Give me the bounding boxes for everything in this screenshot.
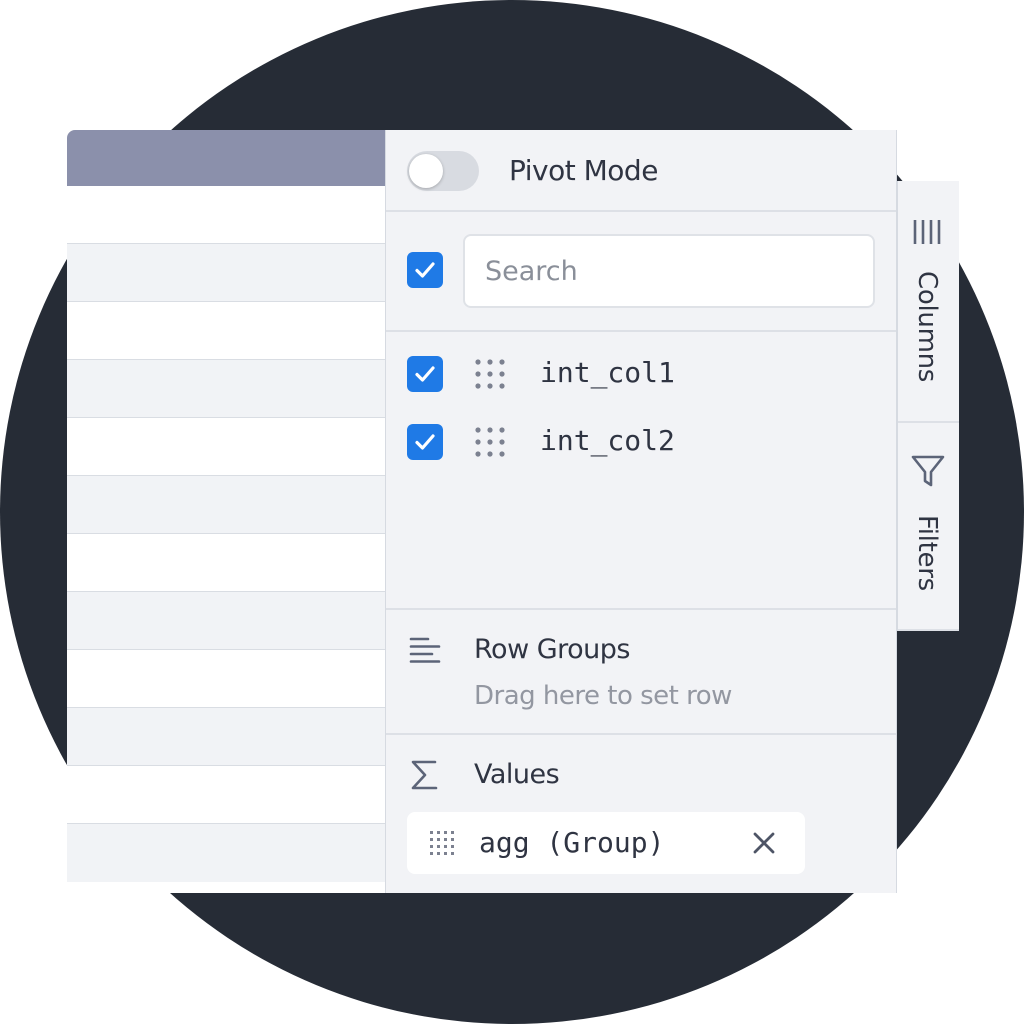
row-groups-hint: Drag here to set row bbox=[474, 681, 732, 711]
drag-handle-icon[interactable] bbox=[429, 830, 457, 858]
table-row[interactable] bbox=[67, 186, 385, 244]
row-groups-title: Row Groups bbox=[474, 634, 631, 665]
table-row[interactable] bbox=[67, 476, 385, 534]
column-checkbox[interactable] bbox=[407, 424, 443, 460]
checkmark-icon bbox=[415, 262, 435, 278]
toggle-knob bbox=[409, 154, 443, 188]
checkmark-icon bbox=[415, 366, 435, 382]
column-label: int_col1 bbox=[540, 356, 675, 389]
divider bbox=[386, 733, 896, 735]
column-checkbox[interactable] bbox=[407, 356, 443, 392]
values-title: Values bbox=[474, 759, 560, 790]
divider bbox=[898, 629, 959, 631]
table-row[interactable] bbox=[67, 360, 385, 418]
pivot-mode-toggle[interactable] bbox=[407, 151, 479, 191]
table-row[interactable] bbox=[67, 244, 385, 302]
value-chip-label: agg (Group) bbox=[479, 826, 665, 859]
pivot-mode-label: Pivot Mode bbox=[509, 154, 658, 187]
table-row[interactable] bbox=[67, 650, 385, 708]
filter-icon bbox=[911, 455, 945, 487]
divider bbox=[386, 608, 896, 610]
table-row[interactable] bbox=[67, 302, 385, 360]
column-item-int-col1[interactable]: int_col1 bbox=[386, 344, 896, 404]
column-label: int_col2 bbox=[540, 424, 675, 457]
table-row[interactable] bbox=[67, 708, 385, 766]
select-all-checkbox[interactable] bbox=[407, 252, 443, 288]
data-grid bbox=[67, 130, 385, 893]
value-chip[interactable]: agg (Group) bbox=[407, 812, 805, 874]
columns-icon bbox=[913, 220, 941, 244]
sigma-icon bbox=[411, 760, 438, 790]
table-row[interactable] bbox=[67, 534, 385, 592]
column-search-row bbox=[386, 212, 896, 332]
columns-tool-panel: Pivot Mode int_col1 bbox=[385, 130, 897, 893]
table-row[interactable] bbox=[67, 418, 385, 476]
tab-filters-label: Filters bbox=[912, 515, 942, 591]
table-row[interactable] bbox=[67, 824, 385, 882]
search-input[interactable] bbox=[463, 234, 875, 308]
table-row[interactable] bbox=[67, 592, 385, 650]
row-groups-icon bbox=[409, 637, 441, 663]
tab-columns[interactable]: Columns bbox=[898, 181, 959, 421]
checkmark-icon bbox=[415, 434, 435, 450]
drag-handle-icon[interactable] bbox=[472, 356, 508, 392]
tab-filters[interactable]: Filters bbox=[898, 423, 959, 629]
column-item-int-col2[interactable]: int_col2 bbox=[386, 412, 896, 472]
close-icon[interactable] bbox=[751, 830, 777, 856]
drag-handle-icon[interactable] bbox=[472, 424, 508, 460]
pivot-mode-row: Pivot Mode bbox=[386, 130, 896, 212]
grid-header bbox=[67, 130, 385, 186]
table-row[interactable] bbox=[67, 766, 385, 824]
tab-columns-label: Columns bbox=[912, 271, 942, 383]
side-bar: Columns Filters bbox=[897, 181, 959, 631]
